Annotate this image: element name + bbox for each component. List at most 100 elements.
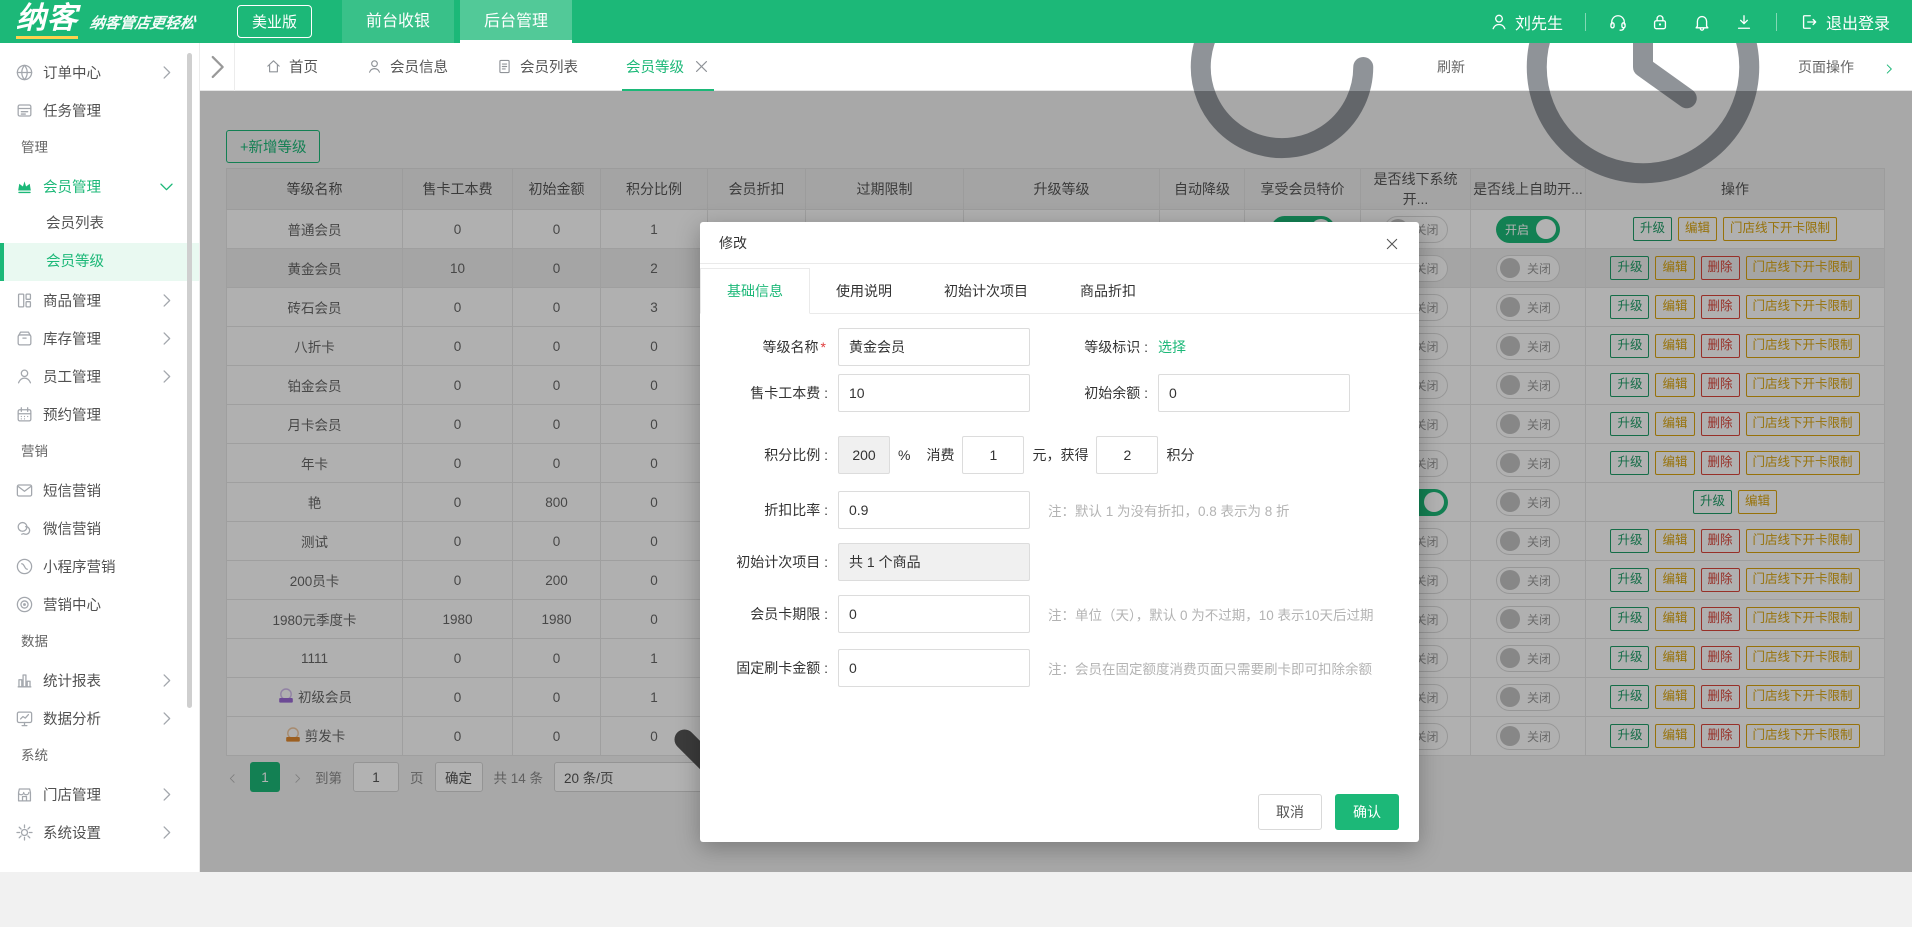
modal-tab-初始计次项目[interactable]: 初始计次项目: [918, 269, 1054, 313]
sidebar-item-微信营销[interactable]: 微信营销: [0, 509, 199, 547]
chevR-icon: [211, 55, 224, 78]
sidebar-item-任务管理[interactable]: 任务管理: [0, 91, 199, 129]
tab-会员列表[interactable]: 会员列表: [496, 43, 578, 91]
edit-level-modal: 修改 基础信息使用说明初始计次项目商品折扣 等级名称* 等级标识 : 选择 售卡…: [700, 222, 1419, 842]
badge-select-link[interactable]: 选择: [1158, 337, 1186, 357]
header-divider: [1584, 12, 1586, 31]
modal-tabs: 基础信息 使用说明 初始计次项目 商品折扣: [700, 264, 1419, 314]
sidebar-item-短信营销[interactable]: 短信营销: [0, 471, 199, 509]
fixed-amount-note: 注：会员在固定额度消费页面只需要刷卡即可扣除余额: [1048, 662, 1372, 677]
card-term-label: 会员卡期限 :: [750, 606, 828, 622]
chevron-right-icon: [163, 673, 171, 687]
logo: 纳客 纳客管店更轻松: [16, 4, 197, 39]
cancel-button[interactable]: 取消: [1258, 794, 1322, 830]
chevron-right-icon: [163, 331, 171, 345]
user-name: 刘先生: [1514, 15, 1563, 33]
modal-tab-基础信息[interactable]: 基础信息: [700, 268, 810, 314]
user-icon: [368, 60, 381, 73]
sidebar-item-营销中心[interactable]: 营销中心: [0, 585, 199, 623]
discount-label: 折扣比率 :: [764, 502, 828, 518]
header-nav-frontdesk[interactable]: 前台收银: [342, 0, 455, 43]
user-menu[interactable]: 刘先生: [1489, 10, 1563, 34]
close-icon[interactable]: [693, 58, 710, 75]
support-button[interactable]: [1608, 12, 1628, 32]
sidebar-item-库存管理[interactable]: 库存管理: [0, 319, 199, 357]
crown-icon: [18, 180, 31, 193]
modal-title: 修改: [719, 234, 747, 251]
header-divider: [1775, 12, 1777, 31]
download-button[interactable]: [1734, 12, 1754, 32]
tasks-icon: [17, 103, 32, 117]
sidebar: 订单中心 任务管理管理会员管理 会员列表 会员等级 商品管理 库存管理 员工管理 预约管理营销…: [0, 43, 200, 872]
download-icon: [1737, 14, 1751, 29]
fixed-amount-input[interactable]: [838, 649, 1030, 687]
logo-tagline: 纳客管店更轻松: [88, 15, 197, 32]
chevron-right-icon: [163, 369, 171, 383]
sidebar-item-数据分析[interactable]: 数据分析: [0, 699, 199, 737]
sidebar-item-小程序营销[interactable]: 小程序营销: [0, 547, 199, 585]
logout-button[interactable]: 退出登录: [1799, 10, 1890, 34]
tab-首页[interactable]: 首页: [265, 43, 318, 91]
level-name-input[interactable]: [838, 328, 1030, 366]
staff-icon: [17, 369, 32, 383]
sidebar-item-会员等级[interactable]: 会员等级: [0, 243, 199, 281]
user-icon: [1489, 12, 1509, 32]
close-icon[interactable]: [1384, 235, 1400, 251]
sidebar-scrollbar[interactable]: [187, 53, 192, 708]
sidebar-item-门店管理[interactable]: 门店管理: [0, 775, 199, 813]
confirm-button[interactable]: 确认: [1335, 794, 1399, 830]
header-nav-backoffice[interactable]: 后台管理: [460, 0, 573, 43]
modal-tab-商品折扣[interactable]: 商品折扣: [1054, 269, 1162, 313]
sidebar-section-营销: 营销: [21, 444, 48, 459]
logo-text: 纳客: [16, 4, 78, 39]
page-ops-chevron[interactable]: [1882, 60, 1896, 74]
discount-note: 注：默认 1 为没有折扣，0.8 表示为 8 折: [1048, 504, 1290, 519]
sidebar-item-员工管理[interactable]: 员工管理: [0, 357, 199, 395]
initial-items-input[interactable]: [838, 543, 1030, 581]
lock-button[interactable]: [1650, 12, 1670, 32]
points-rate-input[interactable]: [838, 436, 890, 474]
initial-balance-input[interactable]: [1158, 374, 1350, 412]
lock-icon: [1653, 14, 1667, 29]
tab-会员等级[interactable]: 会员等级: [622, 43, 714, 91]
header-right: 刘先生 退出登录: [1489, 10, 1890, 34]
notifications-button[interactable]: [1692, 12, 1712, 32]
chevron-right-icon: [163, 787, 171, 801]
sidebar-section-管理: 管理: [21, 140, 48, 155]
tab-会员信息[interactable]: 会员信息: [366, 43, 448, 91]
sidebar-section-数据: 数据: [21, 634, 48, 649]
sidebar-item-订单中心[interactable]: 订单中心: [0, 53, 199, 91]
card-term-note: 注：单位（天），默认 0 为不过期，10 表示10天后过期: [1048, 608, 1374, 623]
sidebar-item-会员管理[interactable]: 会员管理: [0, 167, 199, 205]
store-icon: [17, 787, 32, 801]
gain-input[interactable]: [1096, 436, 1159, 474]
goods-icon: [17, 293, 32, 307]
sidebar-item-商品管理[interactable]: 商品管理: [0, 281, 199, 319]
user-icon: [1492, 14, 1506, 29]
modal-tab-使用说明[interactable]: 使用说明: [810, 269, 918, 313]
sidebar-item-统计报表[interactable]: 统计报表: [0, 661, 199, 699]
headset-icon: [1610, 14, 1626, 31]
edition-button[interactable]: 美业版: [237, 5, 313, 38]
points-mid-text: 元，获得: [1032, 447, 1089, 463]
bell-icon: [1695, 15, 1709, 31]
consume-input[interactable]: [962, 436, 1025, 474]
chevron-down-icon: [160, 182, 173, 190]
calendar-icon: [17, 406, 32, 421]
sidebar-item-预约管理[interactable]: 预约管理: [0, 395, 199, 433]
discount-input[interactable]: [838, 491, 1030, 529]
sidebar-item-系统设置[interactable]: 系统设置: [0, 813, 199, 851]
doc-icon: [499, 59, 510, 74]
app-header: 纳客 纳客管店更轻松 美业版 前台收银 后台管理 刘先生 退出登录: [0, 0, 1912, 43]
card-fee-label: 售卡工本费 :: [750, 385, 828, 401]
chevron-right-icon: [163, 711, 171, 725]
sidebar-collapse-button[interactable]: [200, 50, 234, 84]
card-fee-input[interactable]: [838, 374, 1030, 412]
modal-body: 等级名称* 等级标识 : 选择 售卡工本费 : 初始余额 : 积分比例 : % …: [700, 314, 1419, 687]
modal-footer: 取消 确认: [1258, 794, 1399, 830]
gear-icon: [16, 823, 33, 841]
sidebar-item-会员列表[interactable]: 会员列表: [0, 205, 199, 243]
card-term-input[interactable]: [838, 595, 1030, 633]
chevron-right-icon: [163, 65, 171, 79]
tab-bar: 首页 会员信息 会员列表 会员等级 刷新 页面操作: [200, 0, 1912, 183]
